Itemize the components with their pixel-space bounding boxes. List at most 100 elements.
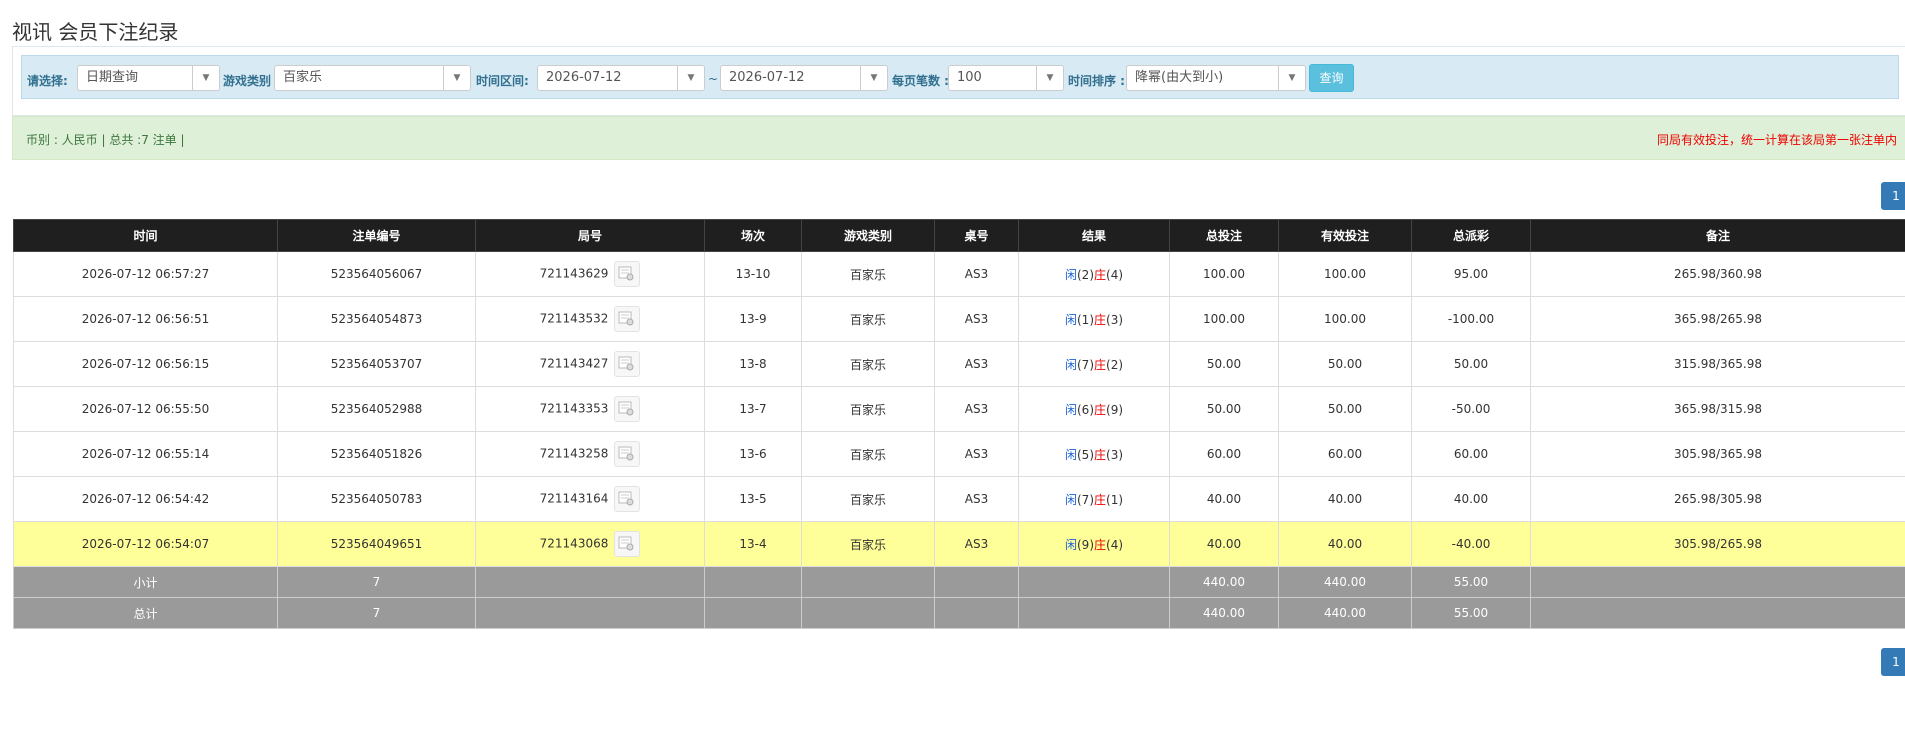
cell-payout: -100.00	[1411, 296, 1531, 342]
result-banker-value: (3)	[1106, 312, 1124, 327]
result-player-label: 闲	[1064, 357, 1077, 372]
total-payout: 55.00	[1411, 597, 1531, 629]
subtotal-row: 小计 7 440.00 440.00 55.00	[13, 566, 1905, 598]
document-icon[interactable]	[614, 531, 641, 557]
cell-table: AS3	[934, 296, 1019, 342]
cell-game: 百家乐	[801, 476, 935, 522]
bet-records-table: 时间 注单编号 局号 场次 游戏类别 桌号 结果 总投注 有效投注 总派彩 备注…	[13, 219, 1905, 629]
document-icon[interactable]	[614, 486, 641, 512]
table-row: 2026-07-12 06:56:15 523564053707 721143427…	[13, 341, 1905, 387]
cell-round-no: 721143258	[475, 431, 705, 477]
cell-session: 13-6	[704, 431, 802, 477]
cell-session: 13-10	[704, 251, 802, 297]
cell-bet-no: 523564052988	[277, 386, 476, 432]
chevron-down-icon: ▼	[192, 66, 219, 90]
result-banker-label: 庄	[1094, 402, 1107, 417]
cell-note: 315.98/365.98	[1530, 341, 1905, 387]
cell-valid-bet: 40.00	[1278, 476, 1412, 522]
pagination-bottom-page-button[interactable]: 1	[1881, 648, 1905, 676]
cell-round-no: 721143164	[475, 476, 705, 522]
result-banker-value: (1)	[1106, 492, 1124, 507]
cell-valid-bet: 40.00	[1278, 521, 1412, 567]
info-bar	[12, 116, 1905, 160]
cell-time: 2026-07-12 06:55:14	[13, 431, 278, 477]
result-player-value: (2)	[1077, 267, 1094, 282]
cell-round-no: 721143068	[475, 521, 705, 567]
table-row: 2026-07-12 06:54:07 523564049651 721143068…	[13, 521, 1905, 567]
sort-select[interactable]: 降幂(由大到小) ▼	[1126, 65, 1306, 91]
cell-game: 百家乐	[801, 431, 935, 477]
result-player-label: 闲	[1064, 492, 1077, 507]
cell-result: 闲(2)庄(4)	[1018, 251, 1170, 297]
cell-payout: 60.00	[1411, 431, 1531, 477]
date-from-select[interactable]: 2026-07-12 ▼	[537, 65, 705, 91]
subtotal-valid-bet: 440.00	[1278, 566, 1412, 598]
cell-game: 百家乐	[801, 296, 935, 342]
cell-round-no: 721143427	[475, 341, 705, 387]
result-banker-label: 庄	[1094, 312, 1107, 327]
cell-table: AS3	[934, 476, 1019, 522]
cell-table: AS3	[934, 431, 1019, 477]
notice-text: 同局有效投注，统一计算在该局第一张注单内	[1657, 133, 1898, 147]
summary-text: 币别 : 人民币 | 总共 :7 注单 |	[26, 133, 185, 147]
date-to-select[interactable]: 2026-07-12 ▼	[720, 65, 888, 91]
result-banker-label: 庄	[1094, 357, 1107, 372]
result-banker-label: 庄	[1094, 267, 1107, 282]
result-player-value: (7)	[1077, 357, 1094, 372]
chevron-down-icon: ▼	[860, 66, 887, 90]
result-player-label: 闲	[1064, 267, 1077, 282]
header-payout: 总派彩	[1411, 219, 1531, 252]
subtotal-total-bet: 440.00	[1169, 566, 1279, 598]
table-body: 2026-07-12 06:57:27 523564056067 721143629…	[13, 251, 1905, 567]
date-to-value: 2026-07-12	[729, 70, 805, 85]
header-table: 桌号	[934, 219, 1019, 252]
pagination-top-page-button[interactable]: 1	[1881, 182, 1905, 210]
cell-total-bet: 40.00	[1169, 476, 1279, 522]
total-row: 总计 7 440.00 440.00 55.00	[13, 597, 1905, 629]
range-label: 时间区间:	[476, 74, 529, 88]
table-header-row: 时间 注单编号 局号 场次 游戏类别 桌号 结果 总投注 有效投注 总派彩 备注	[13, 219, 1905, 252]
cell-game: 百家乐	[801, 386, 935, 432]
cell-round-no: 721143353	[475, 386, 705, 432]
result-banker-value: (2)	[1106, 357, 1124, 372]
cell-payout: -40.00	[1411, 521, 1531, 567]
per-page-label: 每页笔数 :	[892, 74, 949, 88]
cell-round-no: 721143629	[475, 251, 705, 297]
round-no-text: 721143427	[539, 356, 609, 371]
game-type-value: 百家乐	[283, 70, 323, 85]
cell-time: 2026-07-12 06:55:50	[13, 386, 278, 432]
result-player-value: (5)	[1077, 447, 1094, 462]
cell-round-no: 721143532	[475, 296, 705, 342]
document-icon[interactable]	[614, 396, 641, 422]
cell-payout: 50.00	[1411, 341, 1531, 387]
header-total-bet: 总投注	[1169, 219, 1279, 252]
query-type-select[interactable]: 日期查询 ▼	[77, 65, 220, 91]
per-page-value: 100	[957, 70, 982, 85]
game-type-select[interactable]: 百家乐 ▼	[274, 65, 471, 91]
result-banker-label: 庄	[1094, 447, 1107, 462]
result-banker-value: (4)	[1106, 537, 1124, 552]
query-button[interactable]: 查询	[1309, 64, 1354, 92]
document-icon[interactable]	[614, 351, 641, 377]
result-player-value: (9)	[1077, 537, 1094, 552]
cell-bet-no: 523564054873	[277, 296, 476, 342]
cell-bet-no: 523564049651	[277, 521, 476, 567]
cell-total-bet: 100.00	[1169, 296, 1279, 342]
cell-game: 百家乐	[801, 341, 935, 387]
round-no-text: 721143258	[539, 446, 609, 461]
total-count: 7	[277, 597, 476, 629]
header-result: 结果	[1018, 219, 1170, 252]
cell-bet-no: 523564053707	[277, 341, 476, 387]
document-icon[interactable]	[614, 441, 641, 467]
result-banker-value: (3)	[1106, 447, 1124, 462]
per-page-select[interactable]: 100 ▼	[948, 65, 1064, 91]
cell-result: 闲(9)庄(4)	[1018, 521, 1170, 567]
cell-time: 2026-07-12 06:54:42	[13, 476, 278, 522]
result-player-label: 闲	[1064, 402, 1077, 417]
subtotal-label: 小计	[13, 566, 278, 598]
result-player-label: 闲	[1064, 312, 1077, 327]
document-icon[interactable]	[614, 261, 641, 287]
header-session: 场次	[704, 219, 802, 252]
query-type-value: 日期查询	[86, 70, 139, 85]
document-icon[interactable]	[614, 306, 641, 332]
